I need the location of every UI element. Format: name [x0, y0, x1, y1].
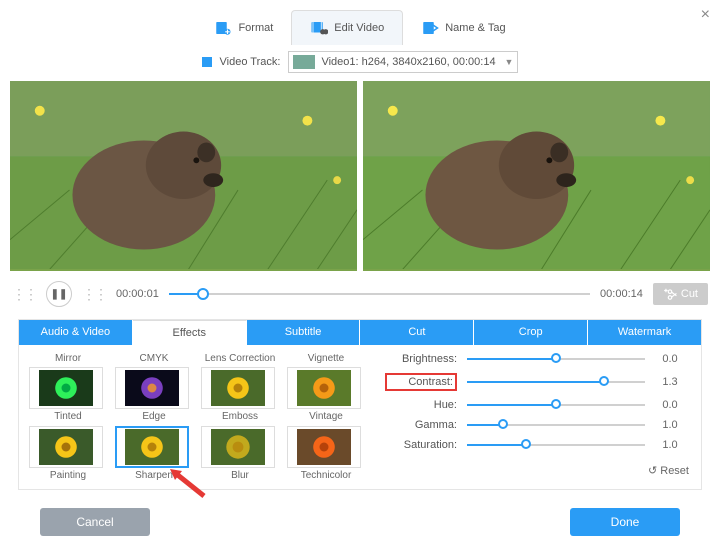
effect-technicolor[interactable]: Technicolor — [287, 426, 365, 481]
scissors-plus-icon — [663, 288, 677, 300]
effect-blur[interactable]: Blur — [201, 426, 279, 481]
contrast-slider[interactable] — [467, 381, 645, 383]
gamma-slider[interactable] — [467, 424, 645, 426]
effect-painting[interactable]: Painting — [29, 426, 107, 481]
edit-video-icon — [310, 19, 328, 37]
slider-brightness: Brightness: 0.0 — [385, 353, 685, 365]
sub-tab-watermark[interactable]: Watermark — [588, 320, 701, 345]
done-button[interactable]: Done — [570, 508, 680, 536]
slider-hue: Hue: 0.0 — [385, 399, 685, 411]
effect-mirror[interactable]: Mirror Tinted — [29, 353, 107, 422]
video-track-selected: Video1: h264, 3840x2160, 00:00:14 — [321, 56, 495, 68]
timeline-slider[interactable] — [169, 293, 590, 295]
time-total: 00:00:14 — [600, 288, 643, 300]
preview-original-pane — [10, 81, 357, 271]
slider-gamma: Gamma: 1.0 — [385, 419, 685, 431]
drag-handle-left-icon[interactable]: ⋮⋮ — [12, 286, 36, 303]
sub-tab-crop[interactable]: Crop — [474, 320, 588, 345]
tab-name-tag-label: Name & Tag — [445, 22, 505, 34]
sub-tab-subtitle[interactable]: Subtitle — [247, 320, 361, 345]
slider-contrast: Contrast: 1.3 — [385, 373, 685, 391]
tab-format[interactable]: Format — [196, 10, 291, 45]
format-icon — [214, 19, 232, 37]
name-tag-icon — [421, 19, 439, 37]
reset-button[interactable]: ↺ Reset — [648, 464, 689, 477]
video-track-thumb-icon — [293, 55, 315, 69]
saturation-slider[interactable] — [467, 444, 645, 446]
preview-result-pane — [363, 81, 710, 271]
video-track-row: Video Track: Video1: h264, 3840x2160, 00… — [0, 51, 720, 73]
sliders-column: Brightness: 0.0 Contrast: 1.3 Hue: 0.0 G… — [385, 353, 691, 481]
sub-tab-audio-video[interactable]: Audio & Video — [19, 320, 133, 345]
effect-vignette[interactable]: Vignette Vintage — [287, 353, 365, 422]
sub-tab-cut[interactable]: Cut — [360, 320, 474, 345]
top-tabs: Format Edit Video Name & Tag — [0, 0, 720, 45]
sub-tabs: Audio & Video Effects Subtitle Cut Crop … — [19, 320, 701, 345]
effects-panel: Audio & Video Effects Subtitle Cut Crop … — [18, 319, 702, 490]
brightness-slider[interactable] — [467, 358, 645, 360]
cut-button[interactable]: Cut — [653, 283, 708, 305]
pause-button[interactable]: ❚❚ — [46, 281, 72, 307]
reset-icon: ↺ — [648, 464, 657, 477]
effect-cmyk[interactable]: CMYK Edge — [115, 353, 193, 422]
close-icon[interactable]: × — [701, 6, 710, 24]
effect-sharpen[interactable]: Sharpen — [115, 426, 193, 481]
slider-saturation: Saturation: 1.0 — [385, 439, 685, 451]
drag-handle-right-icon[interactable]: ⋮⋮ — [82, 286, 106, 303]
tab-format-label: Format — [238, 22, 273, 34]
footer-buttons: Cancel Done — [40, 508, 680, 536]
preview-area: ▷ Original Preview 🔍 — [10, 81, 710, 271]
cancel-button[interactable]: Cancel — [40, 508, 150, 536]
video-track-label: Video Track: — [220, 56, 281, 68]
tab-name-tag[interactable]: Name & Tag — [403, 10, 523, 45]
video-track-select[interactable]: Video1: h264, 3840x2160, 00:00:14 ▼ — [288, 51, 518, 73]
time-current: 00:00:01 — [116, 288, 159, 300]
tab-edit-video-label: Edit Video — [334, 22, 384, 34]
chevron-down-icon: ▼ — [505, 57, 514, 67]
sub-tab-effects[interactable]: Effects — [133, 320, 247, 345]
tab-edit-video[interactable]: Edit Video — [291, 10, 403, 45]
hue-slider[interactable] — [467, 404, 645, 406]
effects-grid: Mirror Tinted CMYK Edge Lens Correction … — [29, 353, 365, 481]
timeline: ⋮⋮ ❚❚ ⋮⋮ 00:00:01 00:00:14 Cut — [12, 281, 708, 307]
effect-lens[interactable]: Lens Correction Emboss — [201, 353, 279, 422]
video-track-indicator-icon — [202, 57, 212, 67]
